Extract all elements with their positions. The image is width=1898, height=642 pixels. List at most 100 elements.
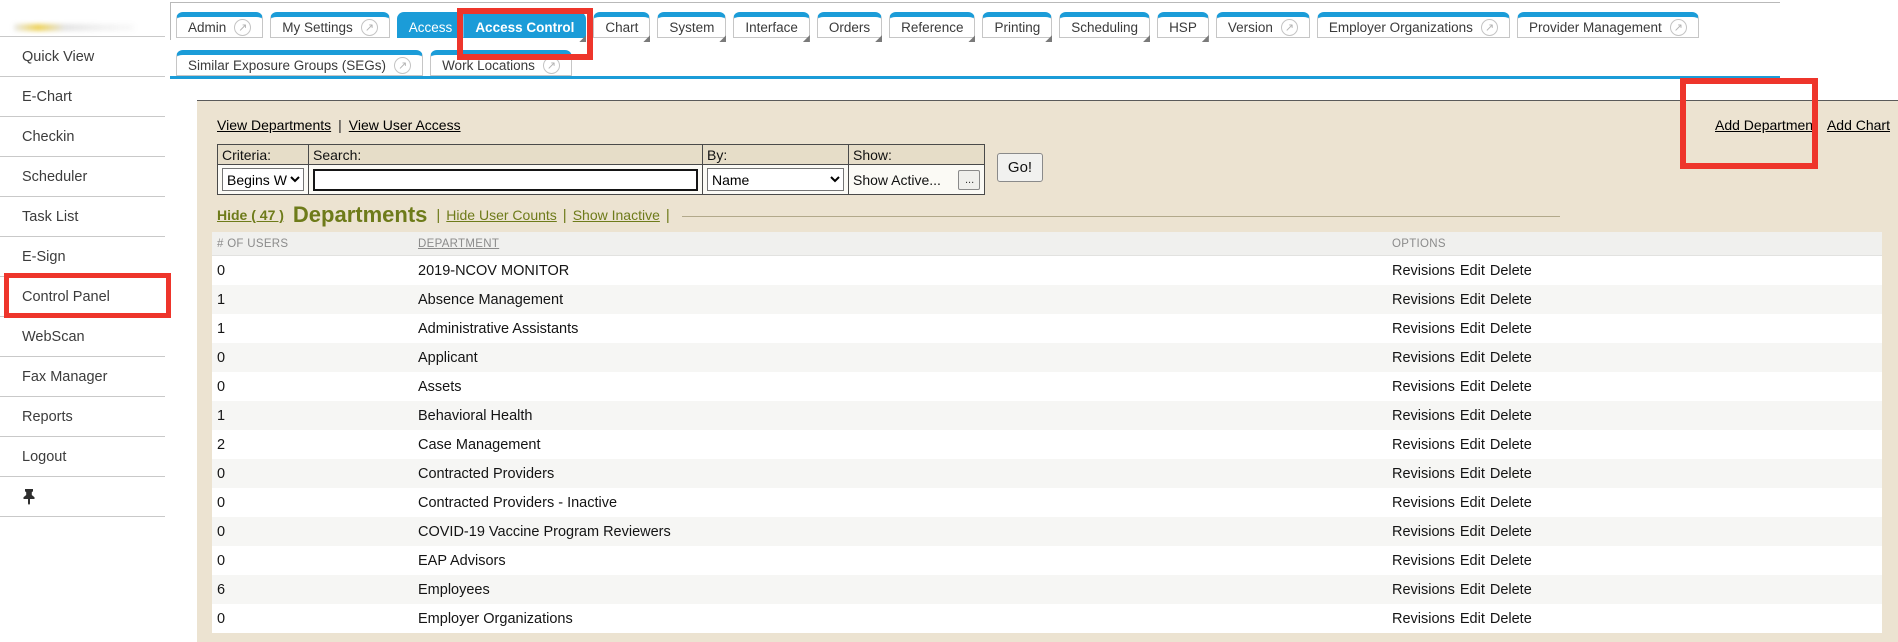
delete-link[interactable]: Delete xyxy=(1490,553,1532,569)
search-input[interactable] xyxy=(313,169,698,191)
department-cell: COVID-19 Vaccine Program Reviewers xyxy=(418,524,1392,540)
table-row: 0EAP AdvisorsRevisionsEditDelete xyxy=(212,546,1882,575)
delete-link[interactable]: Delete xyxy=(1490,495,1532,511)
tab-employer-organizations[interactable]: Employer Organizations↗ xyxy=(1317,12,1510,38)
open-in-new-icon[interactable]: ↗ xyxy=(1670,19,1687,36)
edit-link[interactable]: Edit xyxy=(1460,437,1485,453)
delete-link[interactable]: Delete xyxy=(1490,379,1532,395)
revisions-link[interactable]: Revisions xyxy=(1392,350,1455,366)
edit-link[interactable]: Edit xyxy=(1460,466,1485,482)
add-department-link[interactable]: Add Department xyxy=(1715,117,1817,133)
open-in-new-icon[interactable]: ↗ xyxy=(394,57,411,74)
revisions-link[interactable]: Revisions xyxy=(1392,524,1455,540)
tab-provider-management[interactable]: Provider Management ↗ xyxy=(1517,12,1699,38)
show-options-button[interactable]: ... xyxy=(958,170,980,190)
edit-link[interactable]: Edit xyxy=(1460,611,1485,627)
revisions-link[interactable]: Revisions xyxy=(1392,292,1455,308)
revisions-link[interactable]: Revisions xyxy=(1392,582,1455,598)
by-select[interactable]: Name xyxy=(707,168,844,191)
revisions-link[interactable]: Revisions xyxy=(1392,263,1455,279)
edit-link[interactable]: Edit xyxy=(1460,350,1485,366)
tab-access[interactable]: Access xyxy=(397,12,465,38)
criteria-select[interactable]: Begins With xyxy=(222,168,304,191)
revisions-link[interactable]: Revisions xyxy=(1392,495,1455,511)
tab-orders[interactable]: Orders xyxy=(817,12,882,38)
edit-link[interactable]: Edit xyxy=(1460,379,1485,395)
revisions-link[interactable]: Revisions xyxy=(1392,321,1455,337)
open-in-new-icon[interactable]: ↗ xyxy=(1481,19,1498,36)
delete-link[interactable]: Delete xyxy=(1490,437,1532,453)
sidebar-item-fax-manager[interactable]: Fax Manager xyxy=(0,357,165,397)
sidebar-item-scheduler[interactable]: Scheduler xyxy=(0,157,165,197)
tab-chart[interactable]: Chart xyxy=(593,12,650,38)
go-button[interactable]: Go! xyxy=(997,153,1043,182)
open-in-new-icon[interactable]: ↗ xyxy=(543,57,560,74)
open-in-new-icon[interactable]: ↗ xyxy=(1281,19,1298,36)
tab-my-settings[interactable]: My Settings↗ xyxy=(270,12,390,38)
toolbar-links-row: View Departments | View User Access Add … xyxy=(217,117,1890,133)
tab-hsp[interactable]: HSP xyxy=(1157,12,1209,38)
edit-link[interactable]: Edit xyxy=(1460,524,1485,540)
tab-scheduling[interactable]: Scheduling xyxy=(1059,12,1150,38)
tab-similar-exposure-groups-segs[interactable]: Similar Exposure Groups (SEGs)↗ xyxy=(176,50,423,76)
tab-reference[interactable]: Reference xyxy=(889,12,975,38)
sidebar-item-task-list[interactable]: Task List xyxy=(0,197,165,237)
delete-link[interactable]: Delete xyxy=(1490,582,1532,598)
hide-count-link[interactable]: Hide ( 47 ) xyxy=(217,207,284,223)
edit-link[interactable]: Edit xyxy=(1460,495,1485,511)
delete-link[interactable]: Delete xyxy=(1490,524,1532,540)
hide-user-counts-link[interactable]: Hide User Counts xyxy=(446,207,557,223)
delete-link[interactable]: Delete xyxy=(1490,408,1532,424)
tab-printing[interactable]: Printing xyxy=(982,12,1052,38)
tab-work-locations[interactable]: Work Locations↗ xyxy=(430,50,572,76)
sidebar-item-e-sign[interactable]: E-Sign xyxy=(0,237,165,277)
tab-interface[interactable]: Interface xyxy=(733,12,810,38)
sidebar-pin-row[interactable] xyxy=(0,477,165,517)
revisions-link[interactable]: Revisions xyxy=(1392,408,1455,424)
edit-link[interactable]: Edit xyxy=(1460,321,1485,337)
tab-label: HSP xyxy=(1169,20,1197,35)
sidebar-item-label: Quick View xyxy=(22,49,94,65)
sidebar-item-reports[interactable]: Reports xyxy=(0,397,165,437)
view-departments-link[interactable]: View Departments xyxy=(217,117,331,133)
edit-link[interactable]: Edit xyxy=(1460,292,1485,308)
sidebar-item-checkin[interactable]: Checkin xyxy=(0,117,165,157)
delete-link[interactable]: Delete xyxy=(1490,350,1532,366)
delete-link[interactable]: Delete xyxy=(1490,466,1532,482)
delete-link[interactable]: Delete xyxy=(1490,263,1532,279)
tab-label: Provider Management xyxy=(1529,20,1662,35)
delete-link[interactable]: Delete xyxy=(1490,292,1532,308)
edit-link[interactable]: Edit xyxy=(1460,263,1485,279)
edit-link[interactable]: Edit xyxy=(1460,408,1485,424)
add-chart-link[interactable]: Add Chart xyxy=(1827,117,1890,133)
view-user-access-link[interactable]: View User Access xyxy=(349,117,461,133)
dropdown-corner-icon xyxy=(643,35,650,42)
department-cell: EAP Advisors xyxy=(418,553,1392,569)
tab-system[interactable]: System xyxy=(657,12,726,38)
sidebar-item-e-chart[interactable]: E-Chart xyxy=(0,77,165,117)
sidebar-item-logout[interactable]: Logout xyxy=(0,437,165,477)
tab-admin[interactable]: Admin↗ xyxy=(176,12,263,38)
revisions-link[interactable]: Revisions xyxy=(1392,466,1455,482)
tab-strip: Admin↗ My Settings↗ AccessAccess Control Ch… xyxy=(170,0,1780,100)
sidebar-item-control-panel[interactable]: Control Panel xyxy=(0,277,165,317)
show-inactive-link[interactable]: Show Inactive xyxy=(573,207,660,223)
department-column-header[interactable]: DEPARTMENT xyxy=(418,238,499,250)
user-count-cell: 1 xyxy=(212,292,418,308)
sidebar-item-quick-view[interactable]: Quick View xyxy=(0,37,165,77)
tab-access-control[interactable]: Access Control xyxy=(464,12,586,38)
revisions-link[interactable]: Revisions xyxy=(1392,611,1455,627)
delete-link[interactable]: Delete xyxy=(1490,321,1532,337)
open-in-new-icon[interactable]: ↗ xyxy=(361,19,378,36)
delete-link[interactable]: Delete xyxy=(1490,611,1532,627)
open-in-new-icon[interactable]: ↗ xyxy=(234,19,251,36)
edit-link[interactable]: Edit xyxy=(1460,582,1485,598)
tab-label: Orders xyxy=(829,20,870,35)
sidebar-item-label: Control Panel xyxy=(22,289,110,305)
revisions-link[interactable]: Revisions xyxy=(1392,553,1455,569)
revisions-link[interactable]: Revisions xyxy=(1392,437,1455,453)
sidebar-item-webscan[interactable]: WebScan xyxy=(0,317,165,357)
edit-link[interactable]: Edit xyxy=(1460,553,1485,569)
revisions-link[interactable]: Revisions xyxy=(1392,379,1455,395)
tab-version[interactable]: Version↗ xyxy=(1216,12,1310,38)
